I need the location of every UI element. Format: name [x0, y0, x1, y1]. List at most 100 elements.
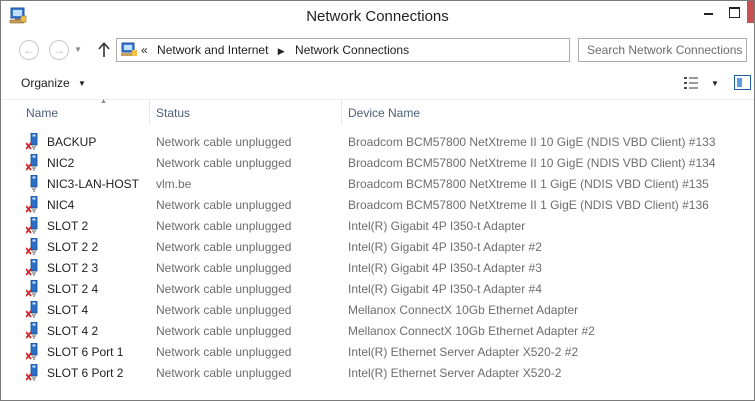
connection-row[interactable]: NIC2 Network cable unplugged Broadcom BCM5… — [1, 152, 754, 173]
close-button[interactable] — [747, 1, 754, 23]
connection-status: Network cable unplugged — [156, 261, 292, 275]
connection-device-name: Intel(R) Gigabit 4P I350-t Adapter #3 — [348, 261, 542, 275]
network-adapter-icon — [30, 175, 38, 192]
connection-row[interactable]: SLOT 4 2 Network cable unplugged Mellanox … — [1, 320, 754, 341]
chevron-down-icon: ▼ — [74, 45, 82, 54]
column-headers: ▲ Name Status Device Name — [1, 98, 754, 124]
connection-name: SLOT 2 — [47, 219, 89, 233]
back-button[interactable]: ← — [19, 40, 39, 60]
red-x-icon — [26, 331, 32, 339]
connection-status: Network cable unplugged — [156, 366, 292, 380]
maximize-button[interactable] — [721, 1, 747, 23]
sort-ascending-icon: ▲ — [100, 98, 107, 105]
connection-status: Network cable unplugged — [156, 345, 292, 359]
network-adapter-icon — [26, 364, 38, 381]
network-adapter-icon — [26, 238, 38, 255]
column-header-device-label: Device Name — [348, 106, 421, 120]
connection-status: Network cable unplugged — [156, 156, 292, 170]
connection-row[interactable]: SLOT 4 Network cable unplugged Mellanox Co… — [1, 299, 754, 320]
red-x-icon — [26, 289, 32, 297]
column-header-name-label: Name — [26, 106, 59, 120]
red-x-icon — [26, 310, 32, 318]
connection-name: SLOT 2 4 — [47, 282, 99, 296]
connection-row[interactable]: SLOT 2 4 Network cable unplugged Intel(R) … — [1, 278, 754, 299]
explorer-window: Network Connections ← → ▼ « Network and … — [0, 0, 755, 401]
connection-row[interactable]: SLOT 2 3 Network cable unplugged Intel(R) … — [1, 257, 754, 278]
connection-list: BACKUP Network cable unplugged Broadcom BC… — [1, 131, 754, 383]
connection-device-name: Broadcom BCM57800 NetXtreme II 1 GigE (N… — [348, 198, 709, 212]
address-bar[interactable]: « Network and Internet ▶ Network Connect… — [116, 38, 676, 62]
connection-device-name: Intel(R) Ethernet Server Adapter X520-2 … — [348, 345, 579, 359]
red-x-icon — [26, 247, 32, 255]
connection-name: NIC2 — [47, 156, 75, 170]
breadcrumb-network-and-internet[interactable]: Network and Internet — [157, 43, 268, 57]
connection-row[interactable]: SLOT 2 Network cable unplugged Intel(R) Gi… — [1, 215, 754, 236]
column-header-status[interactable]: Status — [150, 100, 342, 124]
red-x-icon — [26, 373, 32, 381]
network-adapter-icon — [26, 343, 38, 360]
red-x-icon — [26, 226, 32, 234]
connection-name: SLOT 6 Port 2 — [47, 366, 124, 380]
connection-status: Network cable unplugged — [156, 198, 292, 212]
connection-row[interactable]: NIC4 Network cable unplugged Broadcom BCM5… — [1, 194, 754, 215]
red-x-icon — [26, 142, 32, 150]
connection-status: Network cable unplugged — [156, 324, 292, 338]
connection-row[interactable]: NIC3-LAN-HOST vlm.be Broadcom BCM57800 Net… — [1, 173, 754, 194]
connection-status: Network cable unplugged — [156, 240, 292, 254]
command-bar: Organize ▼ ▼ — [1, 67, 754, 100]
change-view-icon[interactable] — [684, 77, 698, 89]
connection-status: Network cable unplugged — [156, 282, 292, 296]
connection-name: SLOT 4 2 — [47, 324, 99, 338]
network-adapter-icon — [26, 322, 38, 339]
arrow-right-icon: → — [53, 43, 65, 57]
network-adapter-icon — [26, 154, 38, 171]
network-connections-icon — [121, 42, 137, 56]
connection-status: Network cable unplugged — [156, 135, 292, 149]
column-header-name[interactable]: ▲ Name — [20, 98, 150, 124]
red-x-icon — [26, 352, 32, 360]
breadcrumb-separator-icon[interactable]: ▶ — [278, 46, 285, 56]
column-header-status-label: Status — [156, 106, 191, 120]
organize-menu-button[interactable]: Organize — [21, 76, 70, 90]
connection-device-name: Mellanox ConnectX 10Gb Ethernet Adapter — [348, 303, 579, 317]
breadcrumb-network-connections[interactable]: Network Connections — [295, 43, 409, 57]
minimize-button[interactable] — [695, 1, 721, 23]
chevron-down-icon[interactable]: ▼ — [78, 79, 86, 88]
connection-name: SLOT 4 — [47, 303, 89, 317]
connection-name: NIC3-LAN-HOST — [47, 177, 140, 191]
title-bar[interactable]: Network Connections — [1, 1, 754, 32]
red-x-icon — [26, 268, 32, 276]
connection-name: BACKUP — [47, 135, 97, 149]
recent-locations-dropdown[interactable]: ▼ — [74, 45, 82, 54]
connection-device-name: Broadcom BCM57800 NetXtreme II 10 GigE (… — [348, 156, 716, 170]
network-adapter-icon — [26, 259, 38, 276]
connection-device-name: Mellanox ConnectX 10Gb Ethernet Adapter … — [348, 324, 595, 338]
connection-row[interactable]: SLOT 2 2 Network cable unplugged Intel(R) … — [1, 236, 754, 257]
search-input[interactable] — [587, 40, 747, 60]
column-header-device-name[interactable]: Device Name — [342, 100, 754, 124]
red-x-icon — [26, 205, 32, 213]
connection-device-name: Intel(R) Ethernet Server Adapter X520-2 — [348, 366, 562, 380]
arrow-left-icon: ← — [23, 43, 35, 57]
connection-status: vlm.be — [156, 177, 192, 191]
network-adapter-icon — [26, 196, 38, 213]
breadcrumb: « Network and Internet ▶ Network Connect… — [141, 43, 415, 57]
connection-device-name: Intel(R) Gigabit 4P I350-t Adapter — [348, 219, 526, 233]
up-button[interactable] — [96, 40, 112, 60]
network-adapter-icon — [26, 133, 38, 150]
network-adapter-icon — [26, 217, 38, 234]
search-box[interactable] — [578, 38, 747, 62]
red-x-icon — [26, 163, 32, 171]
preview-pane-icon[interactable] — [734, 75, 751, 90]
view-options-dropdown-icon[interactable]: ▼ — [711, 79, 719, 88]
connection-status: Network cable unplugged — [156, 303, 292, 317]
connection-row[interactable]: SLOT 6 Port 2 Network cable unplugged Inte… — [1, 362, 754, 383]
forward-button[interactable]: → — [49, 40, 69, 60]
window-title: Network Connections — [306, 8, 449, 25]
connection-device-name: Intel(R) Gigabit 4P I350-t Adapter #2 — [348, 240, 542, 254]
navigation-bar: ← → ▼ « Network and Internet ▶ Network C… — [1, 32, 754, 67]
network-adapter-icon — [26, 280, 38, 297]
connection-row[interactable]: BACKUP Network cable unplugged Broadcom BC… — [1, 131, 754, 152]
breadcrumb-overflow[interactable]: « — [141, 43, 148, 57]
connection-row[interactable]: SLOT 6 Port 1 Network cable unplugged Inte… — [1, 341, 754, 362]
